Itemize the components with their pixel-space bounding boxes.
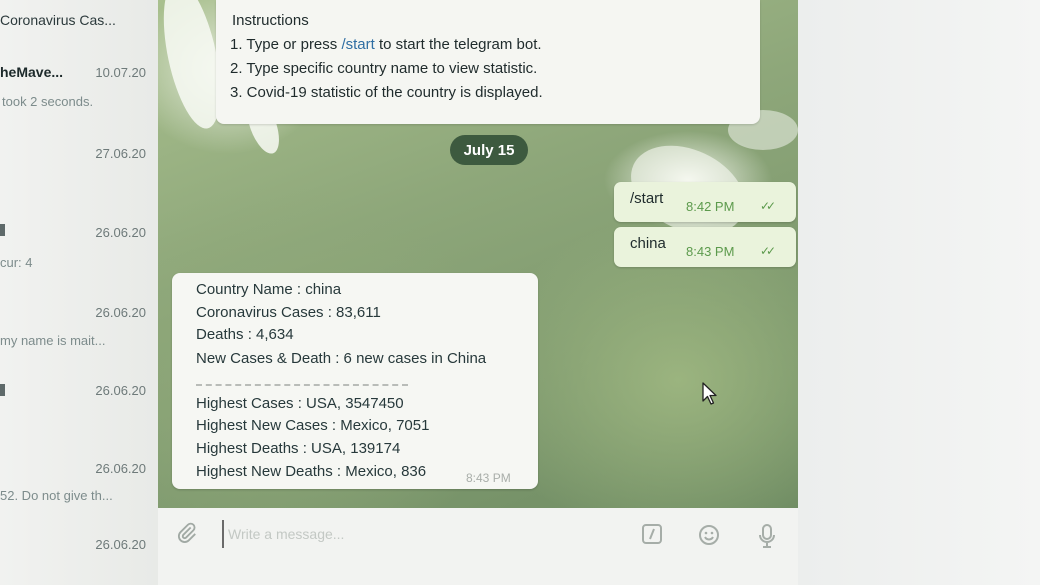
chat-date: 10.07.20 xyxy=(95,65,146,80)
chat-date: 26.06.20 xyxy=(95,461,146,476)
incoming-statistics-message[interactable]: Country Name : china Coronavirus Cases :… xyxy=(172,273,538,489)
message-text[interactable]: /start xyxy=(630,190,663,207)
chat-item-4[interactable]: 26.06.20 cur: 4 xyxy=(0,210,158,290)
chat-date: 26.06.20 xyxy=(95,537,146,552)
cases-line: Coronavirus Cases : 83,611 xyxy=(196,304,381,321)
deaths-line: Deaths : 4,634 xyxy=(196,326,294,343)
instructions-title: Instructions xyxy=(232,12,309,29)
message-text: china xyxy=(630,235,666,252)
chat-preview: my name is mait... xyxy=(0,333,106,348)
instruction-step-3: 3. Covid-19 statistic of the country is … xyxy=(230,84,543,101)
country-name-line: Country Name : china xyxy=(196,281,342,298)
chat-preview: 52. Do not give th... xyxy=(0,488,113,503)
instructions-message: Instructions 1. Type or press /start to … xyxy=(216,0,760,124)
chat-item-3[interactable]: 27.06.20 xyxy=(0,130,158,210)
step1-suffix: to start the telegram bot. xyxy=(374,36,542,53)
chat-item-8[interactable]: 26.06.20 xyxy=(0,525,158,585)
double-check-icon: ✓✓ xyxy=(760,244,776,258)
highest-deaths-line: Highest Deaths : USA, 139174 xyxy=(196,440,401,457)
chat-avatar-edge xyxy=(0,384,5,396)
chat-list-sidebar: Coronavirus Cas... heMave... 10.07.20 to… xyxy=(0,0,158,585)
message-input[interactable] xyxy=(222,520,530,548)
chat-preview: cur: 4 xyxy=(0,255,33,270)
highest-new-deaths-line: Highest New Deaths : Mexico, 836 xyxy=(196,463,427,480)
emoji-icon[interactable] xyxy=(698,524,720,552)
outgoing-message[interactable]: china 8:43 PM ✓✓ xyxy=(614,227,796,267)
outgoing-message[interactable]: /start 8:42 PM ✓✓ xyxy=(614,182,796,222)
separator-line xyxy=(196,384,408,386)
chat-name: Coronavirus Cas... xyxy=(0,12,116,28)
chat-item-6[interactable]: 26.06.20 xyxy=(0,370,158,450)
start-command-link[interactable]: /start xyxy=(341,36,374,53)
chat-avatar-edge xyxy=(0,224,5,236)
new-cases-line: New Cases & Death : 6 new cases in China xyxy=(196,350,487,367)
chat-item-7[interactable]: 26.06.20 52. Do not give th... xyxy=(0,450,158,530)
mouse-pointer-icon xyxy=(702,382,718,411)
message-compose-bar xyxy=(158,508,798,585)
chat-date: 26.06.20 xyxy=(95,305,146,320)
chat-preview: took 2 seconds. xyxy=(2,94,94,109)
step1-prefix: 1. Type or press xyxy=(230,36,342,53)
chat-name: heMave... xyxy=(0,64,64,80)
highest-cases-line: Highest Cases : USA, 3547450 xyxy=(196,395,404,412)
date-separator-badge: July 15 xyxy=(450,135,528,165)
message-time: 8:42 PM xyxy=(686,199,735,214)
chat-item-themave[interactable]: heMave... 10.07.20 took 2 seconds. xyxy=(0,50,158,130)
date-label: July 15 xyxy=(463,141,515,159)
chat-date: 27.06.20 xyxy=(95,146,146,161)
chat-item-5[interactable]: 26.06.20 my name is mait... xyxy=(0,290,158,370)
slash-commands-icon[interactable] xyxy=(642,524,662,550)
highest-new-cases-line: Highest New Cases : Mexico, 7051 xyxy=(196,417,430,434)
microphone-icon[interactable] xyxy=(758,524,776,556)
instruction-step-1: 1. Type or press /start to start the tel… xyxy=(230,36,542,53)
instruction-step-2: 2. Type specific country name to view st… xyxy=(230,60,538,77)
chat-date: 26.06.20 xyxy=(95,225,146,240)
message-time: 8:43 PM xyxy=(466,471,511,485)
window-right-margin xyxy=(798,0,1040,585)
chat-date: 26.06.20 xyxy=(95,383,146,398)
message-time: 8:43 PM xyxy=(686,244,735,259)
paperclip-icon[interactable] xyxy=(176,522,198,550)
double-check-icon: ✓✓ xyxy=(760,199,776,213)
